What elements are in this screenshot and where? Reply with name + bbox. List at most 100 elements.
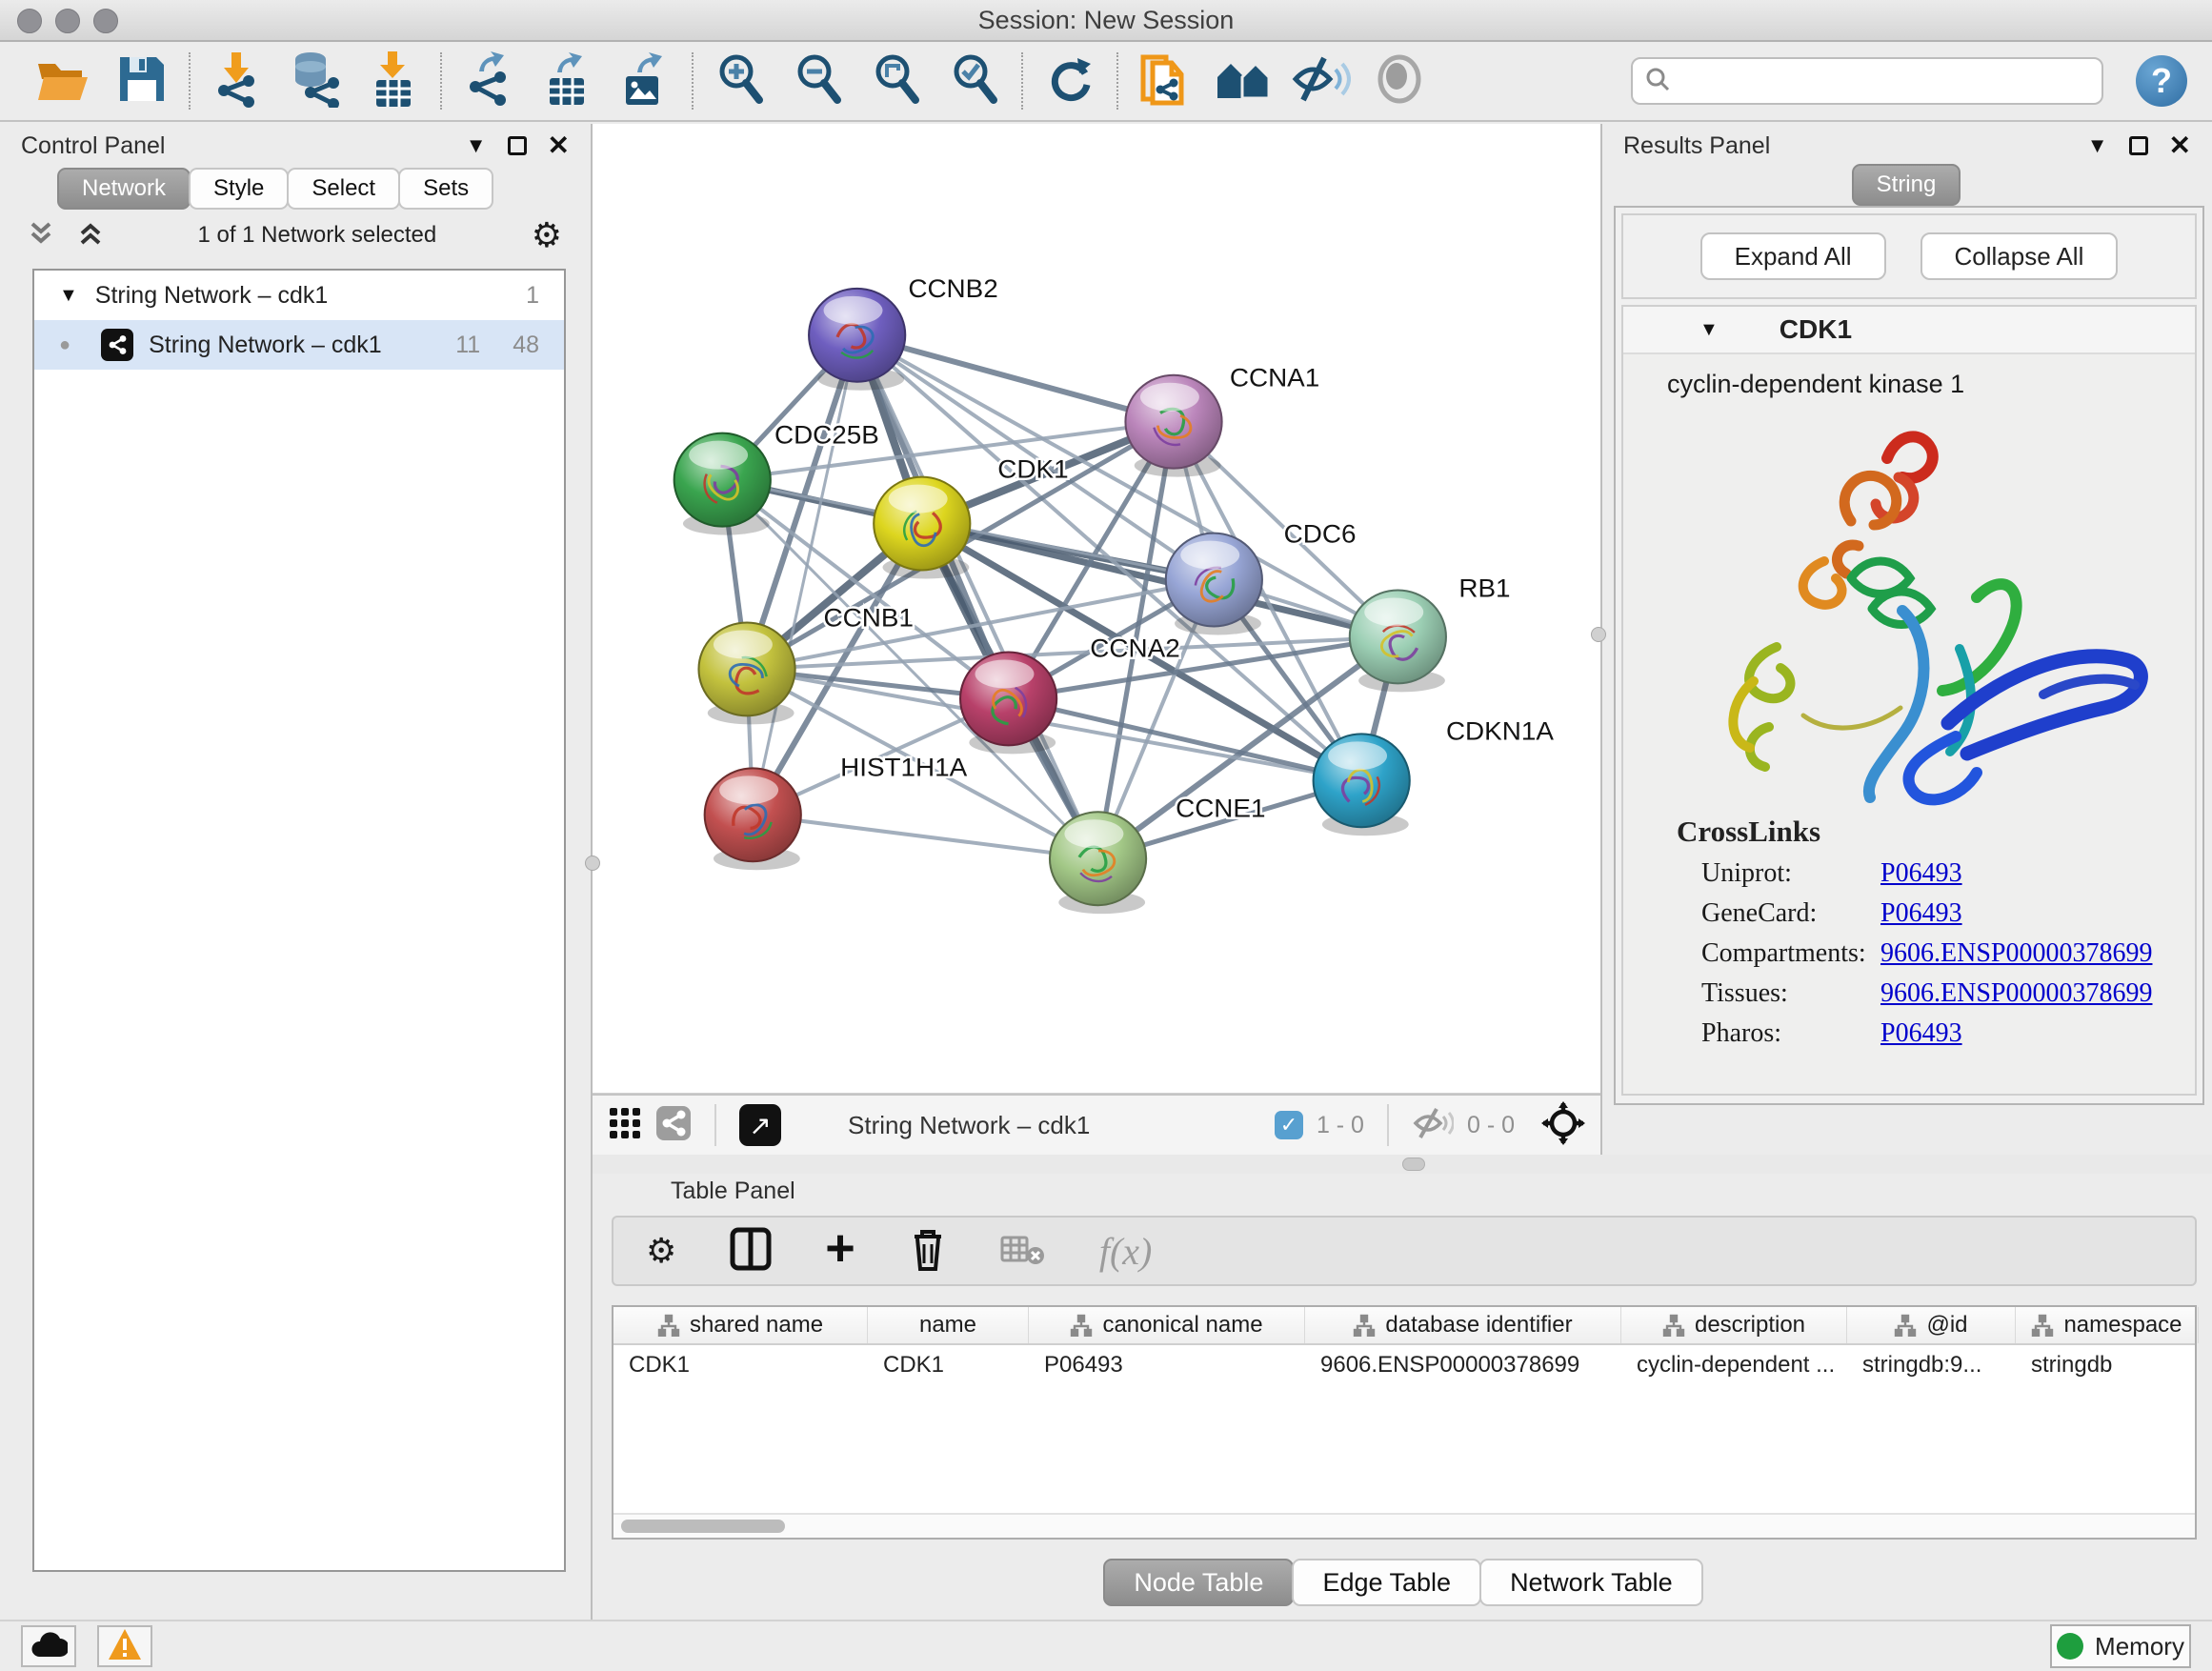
node-CDC25B[interactable]: CDC25B xyxy=(674,420,879,534)
selected-checkbox-icon[interactable]: ✓ xyxy=(1275,1111,1303,1139)
edge-HIST1H1A-CCNE1[interactable] xyxy=(753,815,1097,858)
show-glass-button[interactable] xyxy=(1360,50,1438,112)
column-header-description[interactable]: description xyxy=(1621,1307,1847,1343)
warning-button[interactable] xyxy=(97,1625,152,1667)
table-cell[interactable]: stringdb xyxy=(2016,1345,2199,1385)
network-collection-row[interactable]: ▼ String Network – cdk1 1 xyxy=(34,271,564,320)
collapse-all-button[interactable]: Collapse All xyxy=(1920,232,2119,280)
tab-edge-table[interactable]: Edge Table xyxy=(1292,1559,1481,1606)
memory-button[interactable]: Memory xyxy=(2050,1624,2191,1668)
crosslink-link[interactable]: P06493 xyxy=(1880,1018,1962,1049)
tab-sets[interactable]: Sets xyxy=(398,168,493,210)
horizontal-splitter[interactable] xyxy=(593,1155,2212,1174)
tab-node-table[interactable]: Node Table xyxy=(1103,1559,1294,1606)
tab-select[interactable]: Select xyxy=(287,168,400,210)
add-column-icon[interactable]: + xyxy=(825,1222,855,1274)
search-input[interactable] xyxy=(1680,67,2090,96)
export-image-button[interactable] xyxy=(606,50,684,112)
grid-mode-icon[interactable] xyxy=(608,1106,642,1145)
table-row[interactable]: CDK1CDK1P064939606.ENSP00000378699cyclin… xyxy=(613,1345,2195,1385)
panel-float-icon[interactable] xyxy=(508,136,527,155)
string-home-button[interactable] xyxy=(1204,50,1282,112)
network-row[interactable]: ● String Network – cdk1 11 48 xyxy=(34,320,564,370)
column-header-name[interactable]: name xyxy=(868,1307,1029,1343)
collapse-all-nets-icon[interactable] xyxy=(29,220,53,252)
node-CCNA1[interactable]: CCNA1 xyxy=(1125,363,1319,476)
node-RB1[interactable]: RB1 xyxy=(1350,574,1511,692)
import-network-from-database-button[interactable] xyxy=(276,50,354,112)
network-mode-icon[interactable] xyxy=(655,1105,692,1146)
export-table-button[interactable] xyxy=(528,50,606,112)
right-splitter-grip[interactable] xyxy=(1591,627,1606,642)
table-cell[interactable]: P06493 xyxy=(1029,1345,1305,1385)
search-field[interactable] xyxy=(1631,57,2103,105)
import-network-button[interactable] xyxy=(198,50,276,112)
table-horizontal-scrollbar[interactable] xyxy=(613,1513,2195,1538)
zoom-fit-button[interactable] xyxy=(857,50,935,112)
column-header-database-identifier[interactable]: database identifier xyxy=(1305,1307,1621,1343)
hidden-eye-icon[interactable] xyxy=(1412,1106,1454,1145)
node-HIST1H1A[interactable]: HIST1H1A xyxy=(705,753,968,870)
panel-close-icon[interactable]: ✕ xyxy=(2169,132,2191,159)
hide-glass-button[interactable] xyxy=(1282,50,1360,112)
control-panel-title: Control Panel xyxy=(21,132,165,160)
expand-all-button[interactable]: Expand All xyxy=(1700,232,1886,280)
crosslink-link[interactable]: P06493 xyxy=(1880,898,1962,929)
edge-CCNB2-HIST1H1A[interactable] xyxy=(753,335,856,815)
scrollbar-thumb[interactable] xyxy=(621,1520,785,1533)
table-gear-icon[interactable]: ⚙ xyxy=(646,1232,676,1271)
column-header-namespace[interactable]: namespace xyxy=(2016,1307,2199,1343)
panel-collapse-icon[interactable]: ▼ xyxy=(466,135,487,156)
import-table-button[interactable] xyxy=(354,50,432,112)
panel-collapse-icon[interactable]: ▼ xyxy=(2087,135,2108,156)
zoom-in-button[interactable] xyxy=(701,50,779,112)
delete-column-icon[interactable] xyxy=(909,1225,947,1278)
open-session-button[interactable] xyxy=(25,50,103,112)
table-cell[interactable]: CDK1 xyxy=(868,1345,1029,1385)
table-cell[interactable]: stringdb:9... xyxy=(1847,1345,2016,1385)
crosslink-link[interactable]: 9606.ENSP00000378699 xyxy=(1880,978,2152,1009)
node-CDKN1A[interactable]: CDKN1A xyxy=(1314,716,1555,836)
section-collapse-icon[interactable]: ▼ xyxy=(1699,319,1719,341)
table-cell[interactable]: CDK1 xyxy=(613,1345,868,1385)
window-minimize-button[interactable] xyxy=(55,9,80,33)
tab-string[interactable]: String xyxy=(1852,164,1961,206)
panel-float-icon[interactable] xyxy=(2129,136,2148,155)
table-cell[interactable]: 9606.ENSP00000378699 xyxy=(1305,1345,1621,1385)
tab-style[interactable]: Style xyxy=(189,168,289,210)
zoom-out-button[interactable] xyxy=(779,50,857,112)
network-canvas[interactable]: CCNB2CCNA1CDC25BCDK1CDC6RB1CCNB1CCNA2CDK… xyxy=(593,124,1600,1094)
cloud-button[interactable] xyxy=(21,1625,76,1667)
delete-table-icon[interactable] xyxy=(1000,1232,1046,1271)
window-zoom-button[interactable] xyxy=(93,9,118,33)
memory-status-icon xyxy=(2057,1633,2083,1660)
left-splitter-grip[interactable] xyxy=(585,856,600,871)
network-graph[interactable]: CCNB2CCNA1CDC25BCDK1CDC6RB1CCNB1CCNA2CDK… xyxy=(593,124,1600,1093)
refresh-view-button[interactable] xyxy=(1031,50,1109,112)
detach-view-button[interactable]: ↗ xyxy=(739,1104,781,1146)
fit-content-icon[interactable] xyxy=(1541,1101,1585,1150)
columns-icon[interactable] xyxy=(730,1226,772,1277)
export-network-button[interactable] xyxy=(450,50,528,112)
help-button[interactable]: ? xyxy=(2136,55,2187,107)
column-header--id[interactable]: @id xyxy=(1847,1307,2016,1343)
splitter-grip[interactable] xyxy=(1402,1158,1425,1171)
column-header-canonical-name[interactable]: canonical name xyxy=(1029,1307,1305,1343)
zoom-selected-button[interactable] xyxy=(935,50,1014,112)
function-builder-icon[interactable]: f(x) xyxy=(1099,1229,1153,1274)
tree-expand-icon[interactable]: ▼ xyxy=(59,285,78,307)
tab-network-table[interactable]: Network Table xyxy=(1479,1559,1703,1606)
tab-network[interactable]: Network xyxy=(57,168,191,210)
crosslink-link[interactable]: P06493 xyxy=(1880,858,1962,889)
string-import-button[interactable] xyxy=(1126,50,1204,112)
gear-icon[interactable]: ⚙ xyxy=(532,216,562,255)
node-result-header[interactable]: ▼ CDK1 xyxy=(1623,307,2195,354)
expand-all-nets-icon[interactable] xyxy=(78,220,103,252)
crosslink-link[interactable]: 9606.ENSP00000378699 xyxy=(1880,938,2152,969)
node-CCNB2[interactable]: CCNB2 xyxy=(809,273,998,390)
window-close-button[interactable] xyxy=(17,9,42,33)
table-cell[interactable]: cyclin-dependent ... xyxy=(1621,1345,1847,1385)
panel-close-icon[interactable]: ✕ xyxy=(548,132,570,159)
column-header-shared-name[interactable]: shared name xyxy=(613,1307,868,1343)
save-session-button[interactable] xyxy=(103,50,181,112)
